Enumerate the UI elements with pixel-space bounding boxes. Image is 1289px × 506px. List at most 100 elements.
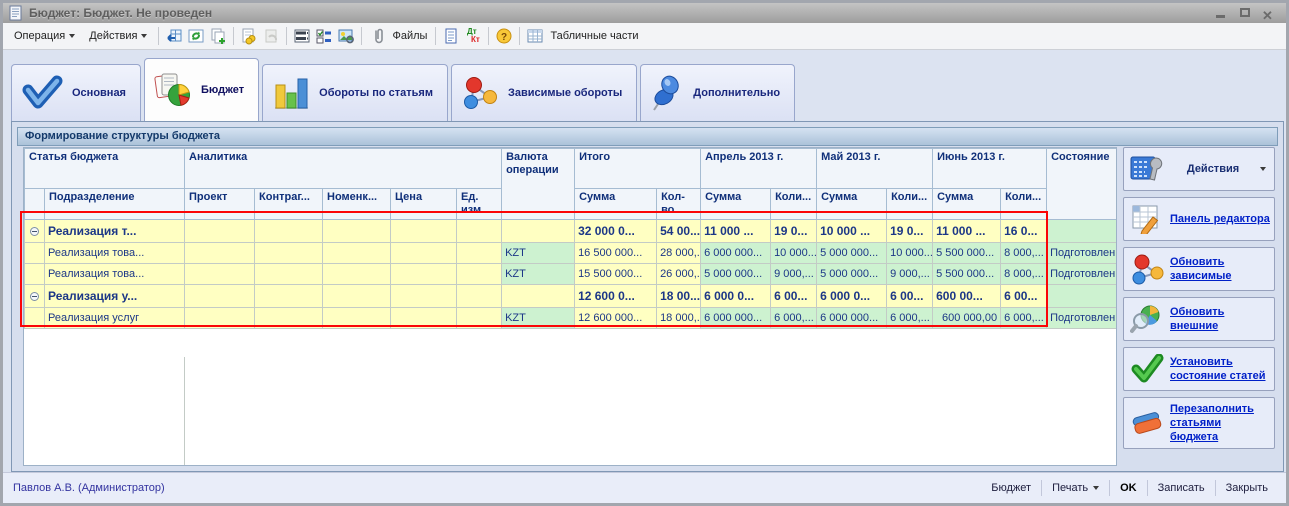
table-row[interactable]: Реализация това... KZT16 500 000...28 000… (25, 243, 1117, 264)
tree-expander[interactable] (25, 285, 45, 308)
column-header[interactable]: Кол-во (657, 189, 701, 220)
column-header[interactable]: Ед. изм. (457, 189, 502, 220)
cell-value[interactable]: 28 000,... (657, 243, 701, 264)
dt-kt-button[interactable]: Дт Кт (462, 26, 484, 46)
tab-main[interactable]: Основная (11, 64, 141, 121)
cell-analytics[interactable] (323, 220, 391, 243)
cell-value[interactable]: 5 000 000... (817, 264, 887, 285)
cell-analytics[interactable] (391, 220, 457, 243)
cell-analytics[interactable] (457, 220, 502, 243)
maximize-button[interactable] (1238, 7, 1252, 19)
print-button[interactable]: Печать (1044, 479, 1107, 497)
cell-value[interactable]: 32 000 0... (575, 220, 657, 243)
cell-analytics[interactable] (185, 285, 255, 308)
cell-value[interactable]: 10 000... (771, 243, 817, 264)
column-header[interactable]: Коли... (771, 189, 817, 220)
cell-analytics[interactable] (391, 308, 457, 329)
cell-value[interactable]: 11 000 ... (701, 220, 771, 243)
column-group-header[interactable]: Итого (575, 149, 701, 189)
cell-value[interactable]: 5 500 000... (933, 264, 1001, 285)
cell-article[interactable]: Реализация това... (45, 243, 185, 264)
column-group-header[interactable]: Состояние (1047, 149, 1117, 220)
set-status-button[interactable]: Установить состояние статей (1123, 347, 1275, 391)
column-header[interactable]: Коли... (887, 189, 933, 220)
table-row[interactable]: Реализация услугKZT12 600 000...18 000,.… (25, 308, 1117, 329)
cell-value[interactable]: 6 00... (1001, 285, 1047, 308)
cell-value[interactable]: 5 500 000... (933, 243, 1001, 264)
row-settings-button[interactable] (291, 26, 313, 46)
cell-analytics[interactable] (255, 264, 323, 285)
cell-value[interactable]: 15 500 000... (575, 264, 657, 285)
cell-analytics[interactable] (457, 243, 502, 264)
cell-value[interactable]: 600 00... (933, 285, 1001, 308)
refresh-button[interactable] (185, 26, 207, 46)
cell-analytics[interactable] (185, 264, 255, 285)
collapse-icon[interactable] (30, 292, 39, 301)
cell-value[interactable]: 26 000,... (657, 264, 701, 285)
column-header[interactable]: Контраг... (255, 189, 323, 220)
cell-value[interactable]: 9 000,... (887, 264, 933, 285)
collapse-icon[interactable] (30, 227, 39, 236)
cell-value[interactable]: 10 000 ... (817, 220, 887, 243)
table-row[interactable]: Реализация т...32 000 0...54 00...11 000… (25, 220, 1117, 243)
save-button[interactable]: Записать (1150, 479, 1213, 497)
attach-files-button[interactable] (366, 26, 388, 46)
cell-value[interactable]: 8 000,... (1001, 264, 1047, 285)
column-group-header[interactable]: Валюта операции (502, 149, 575, 220)
tab-dependent-turnovers[interactable]: Зависимые обороты (451, 64, 637, 121)
cell-value[interactable]: 10 000... (887, 243, 933, 264)
cell-value[interactable]: 6 000 0... (701, 285, 771, 308)
refresh-dependent-button[interactable]: Обновить зависимые (1123, 247, 1275, 291)
cell-value[interactable]: 12 600 0... (575, 285, 657, 308)
table-row[interactable]: Реализация у...12 600 0...18 00...6 000 … (25, 285, 1117, 308)
cell-value[interactable]: 19 0... (887, 220, 933, 243)
cell-analytics[interactable] (391, 264, 457, 285)
cell-currency[interactable]: KZT (502, 308, 575, 329)
actions-menu-button[interactable]: Действия (82, 27, 154, 45)
cell-analytics[interactable] (255, 308, 323, 329)
tabular-parts-button[interactable] (524, 26, 546, 46)
column-group-header[interactable]: Май 2013 г. (817, 149, 933, 189)
cell-status[interactable]: Подготовлен (1047, 308, 1117, 329)
cell-analytics[interactable] (457, 308, 502, 329)
grid-empty-area[interactable] (24, 357, 1116, 465)
column-header[interactable]: Проект (185, 189, 255, 220)
cell-value[interactable]: 6 000 0... (817, 285, 887, 308)
picture-preview-button[interactable] (335, 26, 357, 46)
column-group-header[interactable]: Аналитика (185, 149, 502, 189)
cell-currency[interactable]: KZT (502, 264, 575, 285)
cell-currency[interactable]: KZT (502, 243, 575, 264)
column-group-header[interactable]: Июнь 2013 г. (933, 149, 1047, 189)
column-group-header[interactable]: Апрель 2013 г. (701, 149, 817, 189)
tree-expander[interactable] (25, 220, 45, 243)
column-header[interactable]: Сумма (575, 189, 657, 220)
undo-posting-button[interactable] (260, 26, 282, 46)
column-header[interactable]: Сумма (817, 189, 887, 220)
column-header[interactable]: Цена (391, 189, 457, 220)
tab-additional[interactable]: Дополнительно (640, 64, 795, 121)
column-header[interactable]: Сумма (701, 189, 771, 220)
cell-value[interactable]: 8 000,... (1001, 243, 1047, 264)
cell-analytics[interactable] (457, 264, 502, 285)
cell-value[interactable]: 6 000,... (1001, 308, 1047, 329)
cell-analytics[interactable] (255, 285, 323, 308)
tree-expander[interactable] (25, 243, 45, 264)
column-header[interactable] (25, 189, 45, 220)
copy-add-button[interactable] (207, 26, 229, 46)
cell-analytics[interactable] (255, 220, 323, 243)
tree-expander[interactable] (25, 308, 45, 329)
cell-value[interactable]: 12 600 000... (575, 308, 657, 329)
tab-turnovers-by-articles[interactable]: Обороты по статьям (262, 64, 448, 121)
tree-expander[interactable] (25, 264, 45, 285)
cell-article[interactable]: Реализация услуг (45, 308, 185, 329)
operation-menu-button[interactable]: Операция (7, 27, 82, 45)
column-group-header[interactable]: Статья бюджета (25, 149, 185, 189)
cell-value[interactable]: 11 000 ... (933, 220, 1001, 243)
cell-analytics[interactable] (391, 243, 457, 264)
cell-currency[interactable] (502, 285, 575, 308)
cell-article[interactable]: Реализация т... (45, 220, 185, 243)
cell-currency[interactable] (502, 220, 575, 243)
cell-value[interactable]: 9 000,... (771, 264, 817, 285)
cell-value[interactable]: 16 0... (1001, 220, 1047, 243)
cell-value[interactable]: 16 500 000... (575, 243, 657, 264)
